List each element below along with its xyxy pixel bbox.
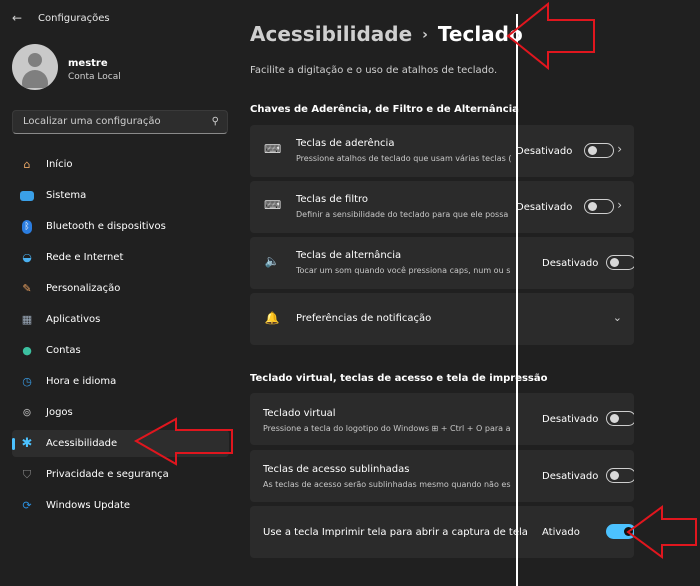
annotation-overlay (133, 1, 697, 559)
annotation-arrow-title (506, 1, 595, 71)
annotation-arrow-sidebar (133, 417, 233, 466)
annotation-arrow-toggle (626, 505, 697, 559)
